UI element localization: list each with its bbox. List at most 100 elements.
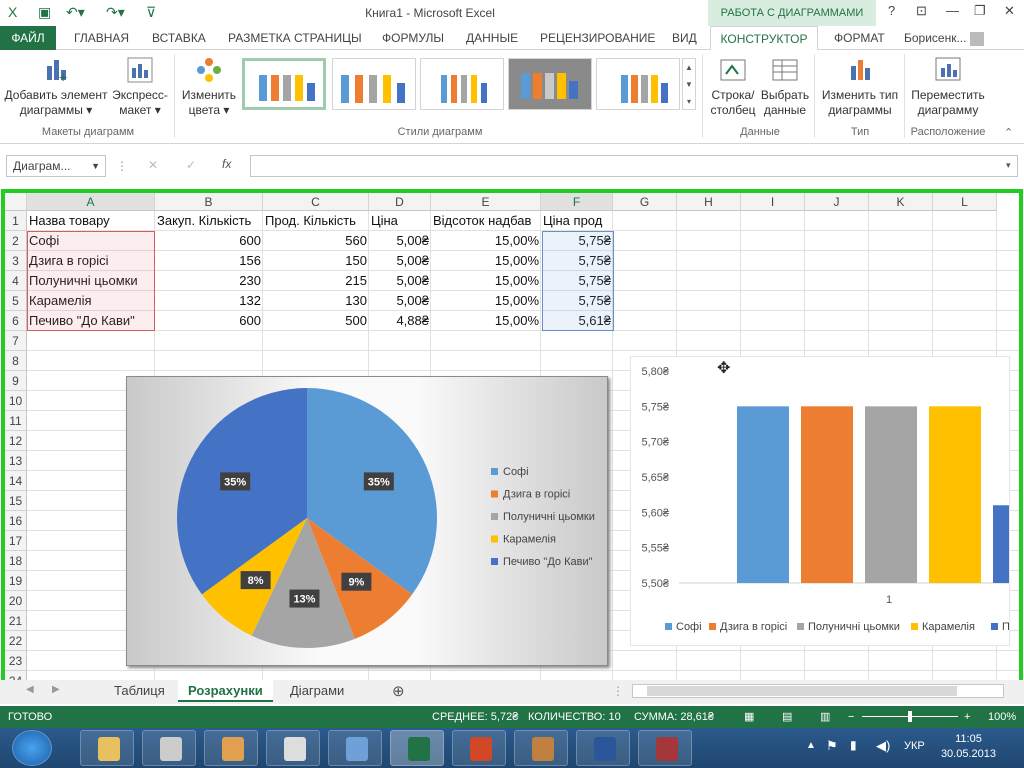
horizontal-scrollbar[interactable] [632, 684, 1004, 698]
column-header-I[interactable]: I [741, 193, 805, 211]
name-box[interactable]: Диаграм... ▼ [6, 155, 106, 177]
quick-layout-button[interactable]: Экспресс- макет ▾ [108, 56, 172, 118]
volume-icon[interactable]: ◀) [876, 738, 890, 754]
table-cell[interactable]: 150 [263, 251, 369, 271]
table-cell[interactable]: 15,00% [431, 251, 541, 271]
paint-icon[interactable] [204, 730, 258, 766]
scrollbar-thumb[interactable] [647, 686, 957, 696]
row-header-1[interactable]: 1 [5, 211, 27, 231]
row-header-19[interactable]: 19 [5, 571, 27, 591]
screenshot-tool-icon[interactable] [266, 730, 320, 766]
formula-input[interactable] [250, 155, 1018, 177]
tab-design[interactable]: КОНСТРУКТОР [710, 26, 818, 51]
table-cell[interactable]: 15,00% [431, 311, 541, 331]
minimize-icon[interactable]: — [946, 3, 959, 18]
row-header-2[interactable]: 2 [5, 231, 27, 251]
header-cell[interactable]: Відсоток надбав [431, 211, 541, 231]
sheet-tab-charts[interactable]: Діаграми [280, 680, 354, 702]
help-icon[interactable]: ? [888, 3, 895, 18]
table-cell[interactable]: 5,00₴ [369, 271, 431, 291]
bar-3[interactable] [929, 406, 981, 583]
tab-formulas[interactable]: ФОРМУЛЫ [376, 26, 450, 50]
table-cell[interactable]: 15,00% [431, 231, 541, 251]
pie-legend-label[interactable]: Дзига в горісі [503, 489, 570, 501]
language-indicator[interactable]: УКР [904, 740, 925, 752]
scroll-sheets-left-icon[interactable]: ◀ [26, 684, 34, 695]
row-header-21[interactable]: 21 [5, 611, 27, 631]
calculator-icon[interactable] [142, 730, 196, 766]
table-cell[interactable]: 600 [155, 311, 263, 331]
change-chart-type-button[interactable]: Изменить тип диаграммы [818, 56, 902, 118]
table-cell[interactable]: 132 [155, 291, 263, 311]
chart-style-5[interactable] [596, 58, 680, 110]
sheet-tab-calc[interactable]: Розрахунки [178, 680, 273, 702]
row-header-15[interactable]: 15 [5, 491, 27, 511]
column-header-F[interactable]: F [541, 193, 613, 211]
worksheet-grid[interactable]: ABCDEFGHIJKL 1 2 3 4 5 6 7 8 9 10 11 12 13 14 15 16 17 18… [5, 193, 1019, 699]
tab-review[interactable]: РЕЦЕНЗИРОВАНИЕ [534, 26, 661, 50]
pen-tool-icon[interactable] [328, 730, 382, 766]
table-cell[interactable]: 15,00% [431, 291, 541, 311]
row-header-3[interactable]: 3 [5, 251, 27, 271]
row-header-18[interactable]: 18 [5, 551, 27, 571]
row-header-8[interactable]: 8 [5, 351, 27, 371]
bar-1[interactable] [801, 406, 853, 583]
chart-style-1[interactable] [242, 58, 326, 110]
chart-style-2[interactable] [332, 58, 416, 110]
tab-view[interactable]: ВИД [666, 26, 703, 50]
row-header-23[interactable]: 23 [5, 651, 27, 671]
insert-function-icon[interactable]: fx [222, 157, 231, 171]
header-cell[interactable]: Назва товару [27, 211, 155, 231]
zoom-out-icon[interactable]: − [848, 706, 854, 728]
chart-style-3[interactable] [420, 58, 504, 110]
table-cell[interactable]: 500 [263, 311, 369, 331]
row-header-13[interactable]: 13 [5, 451, 27, 471]
pie-legend-label[interactable]: Софі [503, 466, 529, 478]
powerpoint-icon[interactable] [452, 730, 506, 766]
tab-page-layout[interactable]: РАЗМЕТКА СТРАНИЦЫ [222, 26, 368, 50]
row-header-10[interactable]: 10 [5, 391, 27, 411]
column-header-H[interactable]: H [677, 193, 741, 211]
explorer-icon[interactable] [80, 730, 134, 766]
add-sheet-icon[interactable]: ⊕ [392, 682, 405, 700]
tab-file[interactable]: ФАЙЛ [0, 26, 56, 50]
zoom-slider-handle[interactable] [908, 711, 912, 722]
column-header-B[interactable]: B [155, 193, 263, 211]
select-data-button[interactable]: Выбрать данные [760, 56, 810, 118]
tab-format[interactable]: ФОРМАТ [828, 26, 891, 50]
network-icon[interactable]: ▮ [850, 738, 857, 752]
row-header-4[interactable]: 4 [5, 271, 27, 291]
column-header-A[interactable]: A [27, 193, 155, 211]
close-icon[interactable]: ✕ [1004, 3, 1015, 19]
bar-0[interactable] [737, 406, 789, 583]
bar-legend-label[interactable]: Софі [676, 621, 702, 633]
normal-view-icon[interactable]: ▦ [744, 706, 754, 728]
bar-legend-label[interactable]: Пе [1002, 621, 1016, 633]
bar-legend-label[interactable]: Полуничні цьомки [808, 621, 900, 633]
page-layout-view-icon[interactable]: ▤ [782, 706, 792, 728]
access-icon[interactable] [638, 730, 692, 766]
column-header-J[interactable]: J [805, 193, 869, 211]
row-header-5[interactable]: 5 [5, 291, 27, 311]
confirm-formula-icon[interactable]: ✓ [186, 158, 196, 172]
flag-icon[interactable]: ⚑ [826, 738, 838, 754]
pie-chart[interactable]: 35% 9% 13% 8% 35% Софі Дзига в горісі Полуничні… [126, 376, 608, 666]
tab-insert[interactable]: ВСТАВКА [146, 26, 212, 50]
row-header-11[interactable]: 11 [5, 411, 27, 431]
column-header-K[interactable]: K [869, 193, 933, 211]
table-cell[interactable]: 600 [155, 231, 263, 251]
select-all-corner[interactable] [5, 193, 27, 211]
row-header-6[interactable]: 6 [5, 311, 27, 331]
header-cell[interactable]: Прод. Кількість [263, 211, 369, 231]
collapse-ribbon-icon[interactable]: ⌃ [1004, 126, 1013, 139]
row-header-16[interactable]: 16 [5, 511, 27, 531]
column-header-D[interactable]: D [369, 193, 431, 211]
maximize-icon[interactable]: ❐ [974, 3, 986, 19]
bar-legend-label[interactable]: Карамелія [922, 621, 975, 633]
bar-4[interactable] [993, 505, 1019, 583]
start-ie-icon[interactable] [12, 730, 52, 766]
styles-gallery-scroll[interactable]: ▲ ▼ ▾ [682, 58, 696, 110]
bar-chart[interactable]: 5,80₴ 5,75₴ 5,70₴ 5,65₴ 5,60₴ 5,55₴ 5,50₴ 1 Софі… [630, 356, 1019, 646]
move-chart-button[interactable]: Переместить диаграмму [906, 56, 990, 118]
bar-legend-label[interactable]: Дзига в горісі [720, 621, 787, 633]
